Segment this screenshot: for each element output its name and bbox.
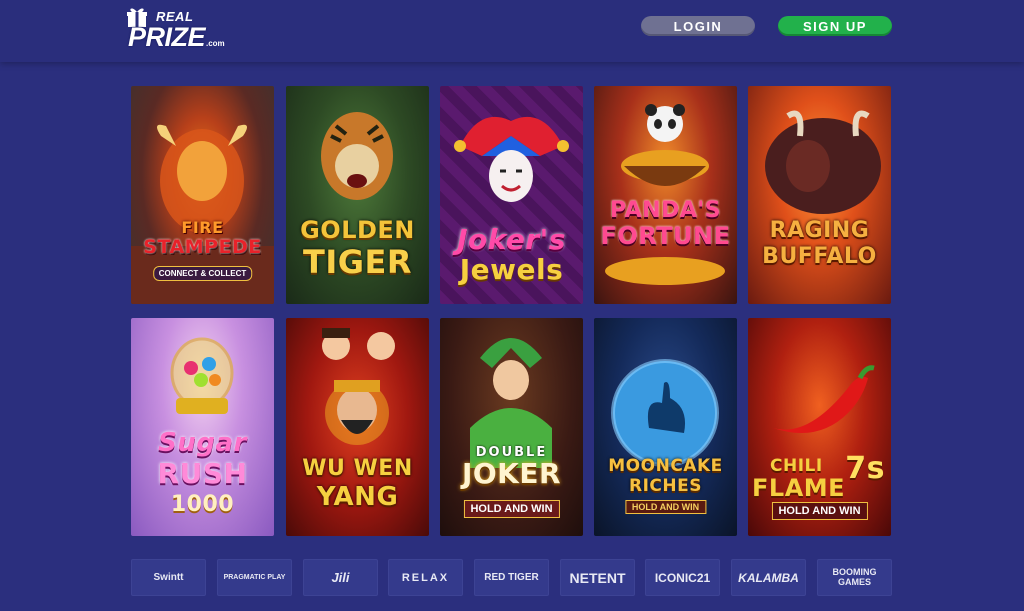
game-art <box>748 86 891 304</box>
logo-suffix: .com <box>206 39 225 48</box>
provider-kalamba[interactable]: KALAMBA <box>731 559 806 596</box>
game-tile-sugar-rush-1000[interactable]: Sugar RUSH 1000 <box>131 318 274 536</box>
game-title-line1: PANDA'S <box>610 198 721 223</box>
game-tile-golden-tiger[interactable]: GOLDEN TIGER <box>286 86 429 304</box>
provider-label: RED TIGER <box>484 572 539 583</box>
game-title-line2: RUSH <box>157 457 248 490</box>
game-tile-double-joker[interactable]: DOUBLE JOKER HOLD AND WIN <box>440 318 583 536</box>
game-title-line1: GOLDEN <box>300 216 415 244</box>
game-title-line1: RAGING <box>769 218 870 243</box>
game-subtitle: HOLD AND WIN <box>624 500 707 514</box>
provider-label: PRAGMATIC PLAY <box>223 574 286 581</box>
game-subtitle: HOLD AND WIN <box>771 502 868 520</box>
top-header: REAL PRIZE .com LOGIN SIGN UP <box>0 0 1024 62</box>
provider-swintt[interactable]: Swintt <box>131 559 206 596</box>
game-tile-raging-buffalo[interactable]: RAGING BUFFALO <box>748 86 891 304</box>
game-tile-mooncake-riches[interactable]: MOONCAKE RICHES HOLD AND WIN <box>594 318 737 536</box>
game-tile-jokers-jewels[interactable]: Joker's Jewels <box>440 86 583 304</box>
provider-label: NETENT <box>569 569 626 586</box>
provider-iconic21[interactable]: ICONIC21 <box>645 559 720 596</box>
game-title-line1: FIRE <box>181 218 224 237</box>
buffalo-icon <box>765 110 881 214</box>
game-title-line1: WU WEN <box>302 456 413 481</box>
game-title-line3: 7s <box>845 451 885 486</box>
game-title-line2: BUFFALO <box>762 244 877 269</box>
provider-label: Swintt <box>153 572 184 583</box>
provider-label: KALAMBA <box>738 570 799 585</box>
panda-icon <box>605 104 725 285</box>
game-title-line2: TIGER <box>303 243 412 281</box>
game-title-line1: Joker's <box>457 223 566 256</box>
game-subtitle: CONNECT & COLLECT <box>152 266 253 281</box>
game-tile-pandas-fortune[interactable]: PANDA'S FORTUNE <box>594 86 737 304</box>
game-tile-chili-flame-7s[interactable]: CHILI FLAME 7s HOLD AND WIN <box>748 318 891 536</box>
provider-label: Jili <box>331 570 350 585</box>
game-title-line2: STAMPEDE <box>143 236 262 258</box>
game-title-line2: FORTUNE <box>600 222 731 250</box>
game-title-line2: RICHES <box>629 476 702 496</box>
game-title-line2: YANG <box>316 482 399 512</box>
logo-prize-text: PRIZE <box>128 22 206 52</box>
provider-netent[interactable]: NETENT <box>560 559 635 596</box>
provider-jili[interactable]: Jili <box>303 559 378 596</box>
game-title-line1: Sugar <box>158 428 247 458</box>
game-title-line1: MOONCAKE <box>608 456 723 476</box>
game-title-line3: 1000 <box>170 492 235 517</box>
realprize-logo[interactable]: REAL PRIZE .com <box>126 6 230 52</box>
game-title-line2: Jewels <box>459 253 564 286</box>
provider-label: BOOMING GAMES <box>832 566 877 587</box>
game-tile-fire-stampede[interactable]: FIRE STAMPEDE CONNECT & COLLECT <box>131 86 274 304</box>
game-tile-wu-wen-yang[interactable]: WU WEN YANG <box>286 318 429 536</box>
game-title-line2: JOKER <box>461 457 562 490</box>
login-button[interactable]: LOGIN <box>641 16 755 36</box>
provider-booming-games[interactable]: BOOMING GAMES <box>817 559 892 596</box>
signup-button[interactable]: SIGN UP <box>778 16 892 36</box>
provider-label: ICONIC21 <box>654 570 711 585</box>
game-subtitle: HOLD AND WIN <box>463 500 560 518</box>
provider-pragmatic-play[interactable]: PRAGMATIC PLAY <box>217 559 292 596</box>
provider-red-tiger[interactable]: RED TIGER <box>474 559 549 596</box>
provider-label: RELAX <box>401 571 450 584</box>
game-art <box>594 86 737 304</box>
provider-relax[interactable]: RELAX <box>388 559 463 596</box>
